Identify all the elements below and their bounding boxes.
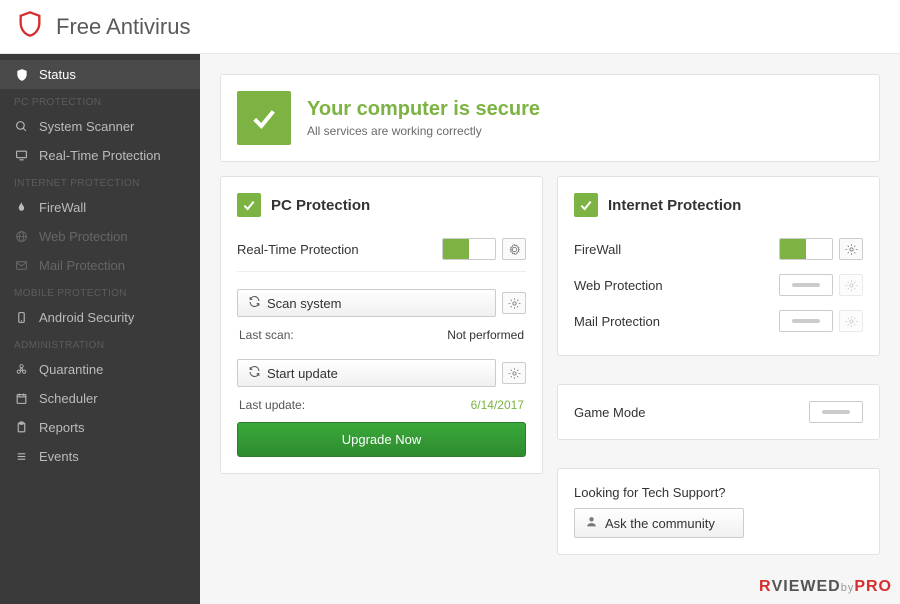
game-mode-toggle[interactable] [809, 401, 863, 423]
section-heading: PC Protection [271, 197, 370, 214]
last-scan-label: Last scan: [239, 328, 294, 342]
status-subtitle: All services are working correctly [307, 124, 540, 138]
search-icon [14, 119, 29, 134]
update-settings-button[interactable] [502, 362, 526, 384]
sidebar-item-mail[interactable]: Mail Protection [0, 251, 200, 280]
support-prompt: Looking for Tech Support? [574, 485, 863, 500]
flame-icon [14, 200, 29, 215]
ask-community-button[interactable]: Ask the community [574, 508, 744, 538]
check-icon [237, 193, 261, 217]
sidebar-label: FireWall [39, 200, 86, 215]
check-icon [237, 91, 291, 145]
biohazard-icon [14, 362, 29, 377]
last-update-label: Last update: [239, 398, 305, 412]
upgrade-button[interactable]: Upgrade Now [237, 422, 526, 457]
sidebar-category: PC PROTECTION [0, 89, 200, 112]
sidebar-label: Scheduler [39, 391, 98, 406]
pc-protection-card: PC Protection Real-Time Protection [220, 176, 543, 474]
scan-settings-button[interactable] [502, 292, 526, 314]
app-title: Free Antivirus [56, 14, 191, 40]
status-title: Your computer is secure [307, 98, 540, 121]
shield-icon [14, 67, 29, 82]
sidebar-item-realtime[interactable]: Real-Time Protection [0, 141, 200, 170]
game-mode-label: Game Mode [574, 405, 646, 420]
sidebar-label: Web Protection [39, 229, 128, 244]
mail-protection-toggle[interactable] [779, 310, 833, 332]
refresh-icon [248, 295, 261, 311]
monitor-icon [14, 148, 29, 163]
check-icon [574, 193, 598, 217]
sidebar-label: Mail Protection [39, 258, 125, 273]
section-heading: Internet Protection [608, 197, 741, 214]
sidebar-item-firewall[interactable]: FireWall [0, 193, 200, 222]
sidebar-label: Events [39, 449, 79, 464]
mobile-icon [14, 310, 29, 325]
mail-protection-label: Mail Protection [574, 314, 660, 329]
sidebar-label: Status [39, 67, 76, 82]
internet-protection-card: Internet Protection FireWall Web Protect… [557, 176, 880, 356]
list-icon [14, 449, 29, 464]
web-protection-toggle[interactable] [779, 274, 833, 296]
last-update-value: 6/14/2017 [471, 398, 524, 412]
header: Free Antivirus [0, 0, 900, 54]
main-content: Your computer is secure All services are… [200, 54, 900, 604]
sidebar-category: MOBILE PROTECTION [0, 280, 200, 303]
sidebar-item-quarantine[interactable]: Quarantine [0, 355, 200, 384]
refresh-icon [248, 365, 261, 381]
realtime-toggle[interactable] [442, 238, 496, 260]
sidebar-label: Reports [39, 420, 85, 435]
web-settings-button[interactable] [839, 274, 863, 296]
start-update-button[interactable]: Start update [237, 359, 496, 387]
person-icon [585, 515, 598, 531]
sidebar-item-scheduler[interactable]: Scheduler [0, 384, 200, 413]
shield-logo-icon [16, 10, 44, 43]
scan-system-button[interactable]: Scan system [237, 289, 496, 317]
support-card: Looking for Tech Support? Ask the commun… [557, 468, 880, 555]
firewall-settings-button[interactable] [839, 238, 863, 260]
watermark: RVIEWEDbyPRO [759, 578, 892, 596]
sidebar-item-events[interactable]: Events [0, 442, 200, 471]
web-protection-label: Web Protection [574, 278, 663, 293]
calendar-icon [14, 391, 29, 406]
game-mode-card: Game Mode [557, 384, 880, 440]
sidebar-label: System Scanner [39, 119, 134, 134]
sidebar: Status PC PROTECTION System Scanner Real… [0, 54, 200, 604]
clipboard-icon [14, 420, 29, 435]
globe-icon [14, 229, 29, 244]
last-scan-value: Not performed [447, 328, 524, 342]
sidebar-item-status[interactable]: Status [0, 60, 200, 89]
sidebar-item-scanner[interactable]: System Scanner [0, 112, 200, 141]
sidebar-item-reports[interactable]: Reports [0, 413, 200, 442]
firewall-label: FireWall [574, 242, 621, 257]
mail-settings-button[interactable] [839, 310, 863, 332]
firewall-toggle[interactable] [779, 238, 833, 260]
status-card: Your computer is secure All services are… [220, 74, 880, 162]
sidebar-label: Quarantine [39, 362, 103, 377]
sidebar-item-android[interactable]: Android Security [0, 303, 200, 332]
sidebar-label: Android Security [39, 310, 134, 325]
realtime-label: Real-Time Protection [237, 242, 359, 257]
sidebar-item-web[interactable]: Web Protection [0, 222, 200, 251]
sidebar-category: ADMINISTRATION [0, 332, 200, 355]
sidebar-label: Real-Time Protection [39, 148, 161, 163]
realtime-settings-button[interactable] [502, 238, 526, 260]
sidebar-category: INTERNET PROTECTION [0, 170, 200, 193]
mail-icon [14, 258, 29, 273]
